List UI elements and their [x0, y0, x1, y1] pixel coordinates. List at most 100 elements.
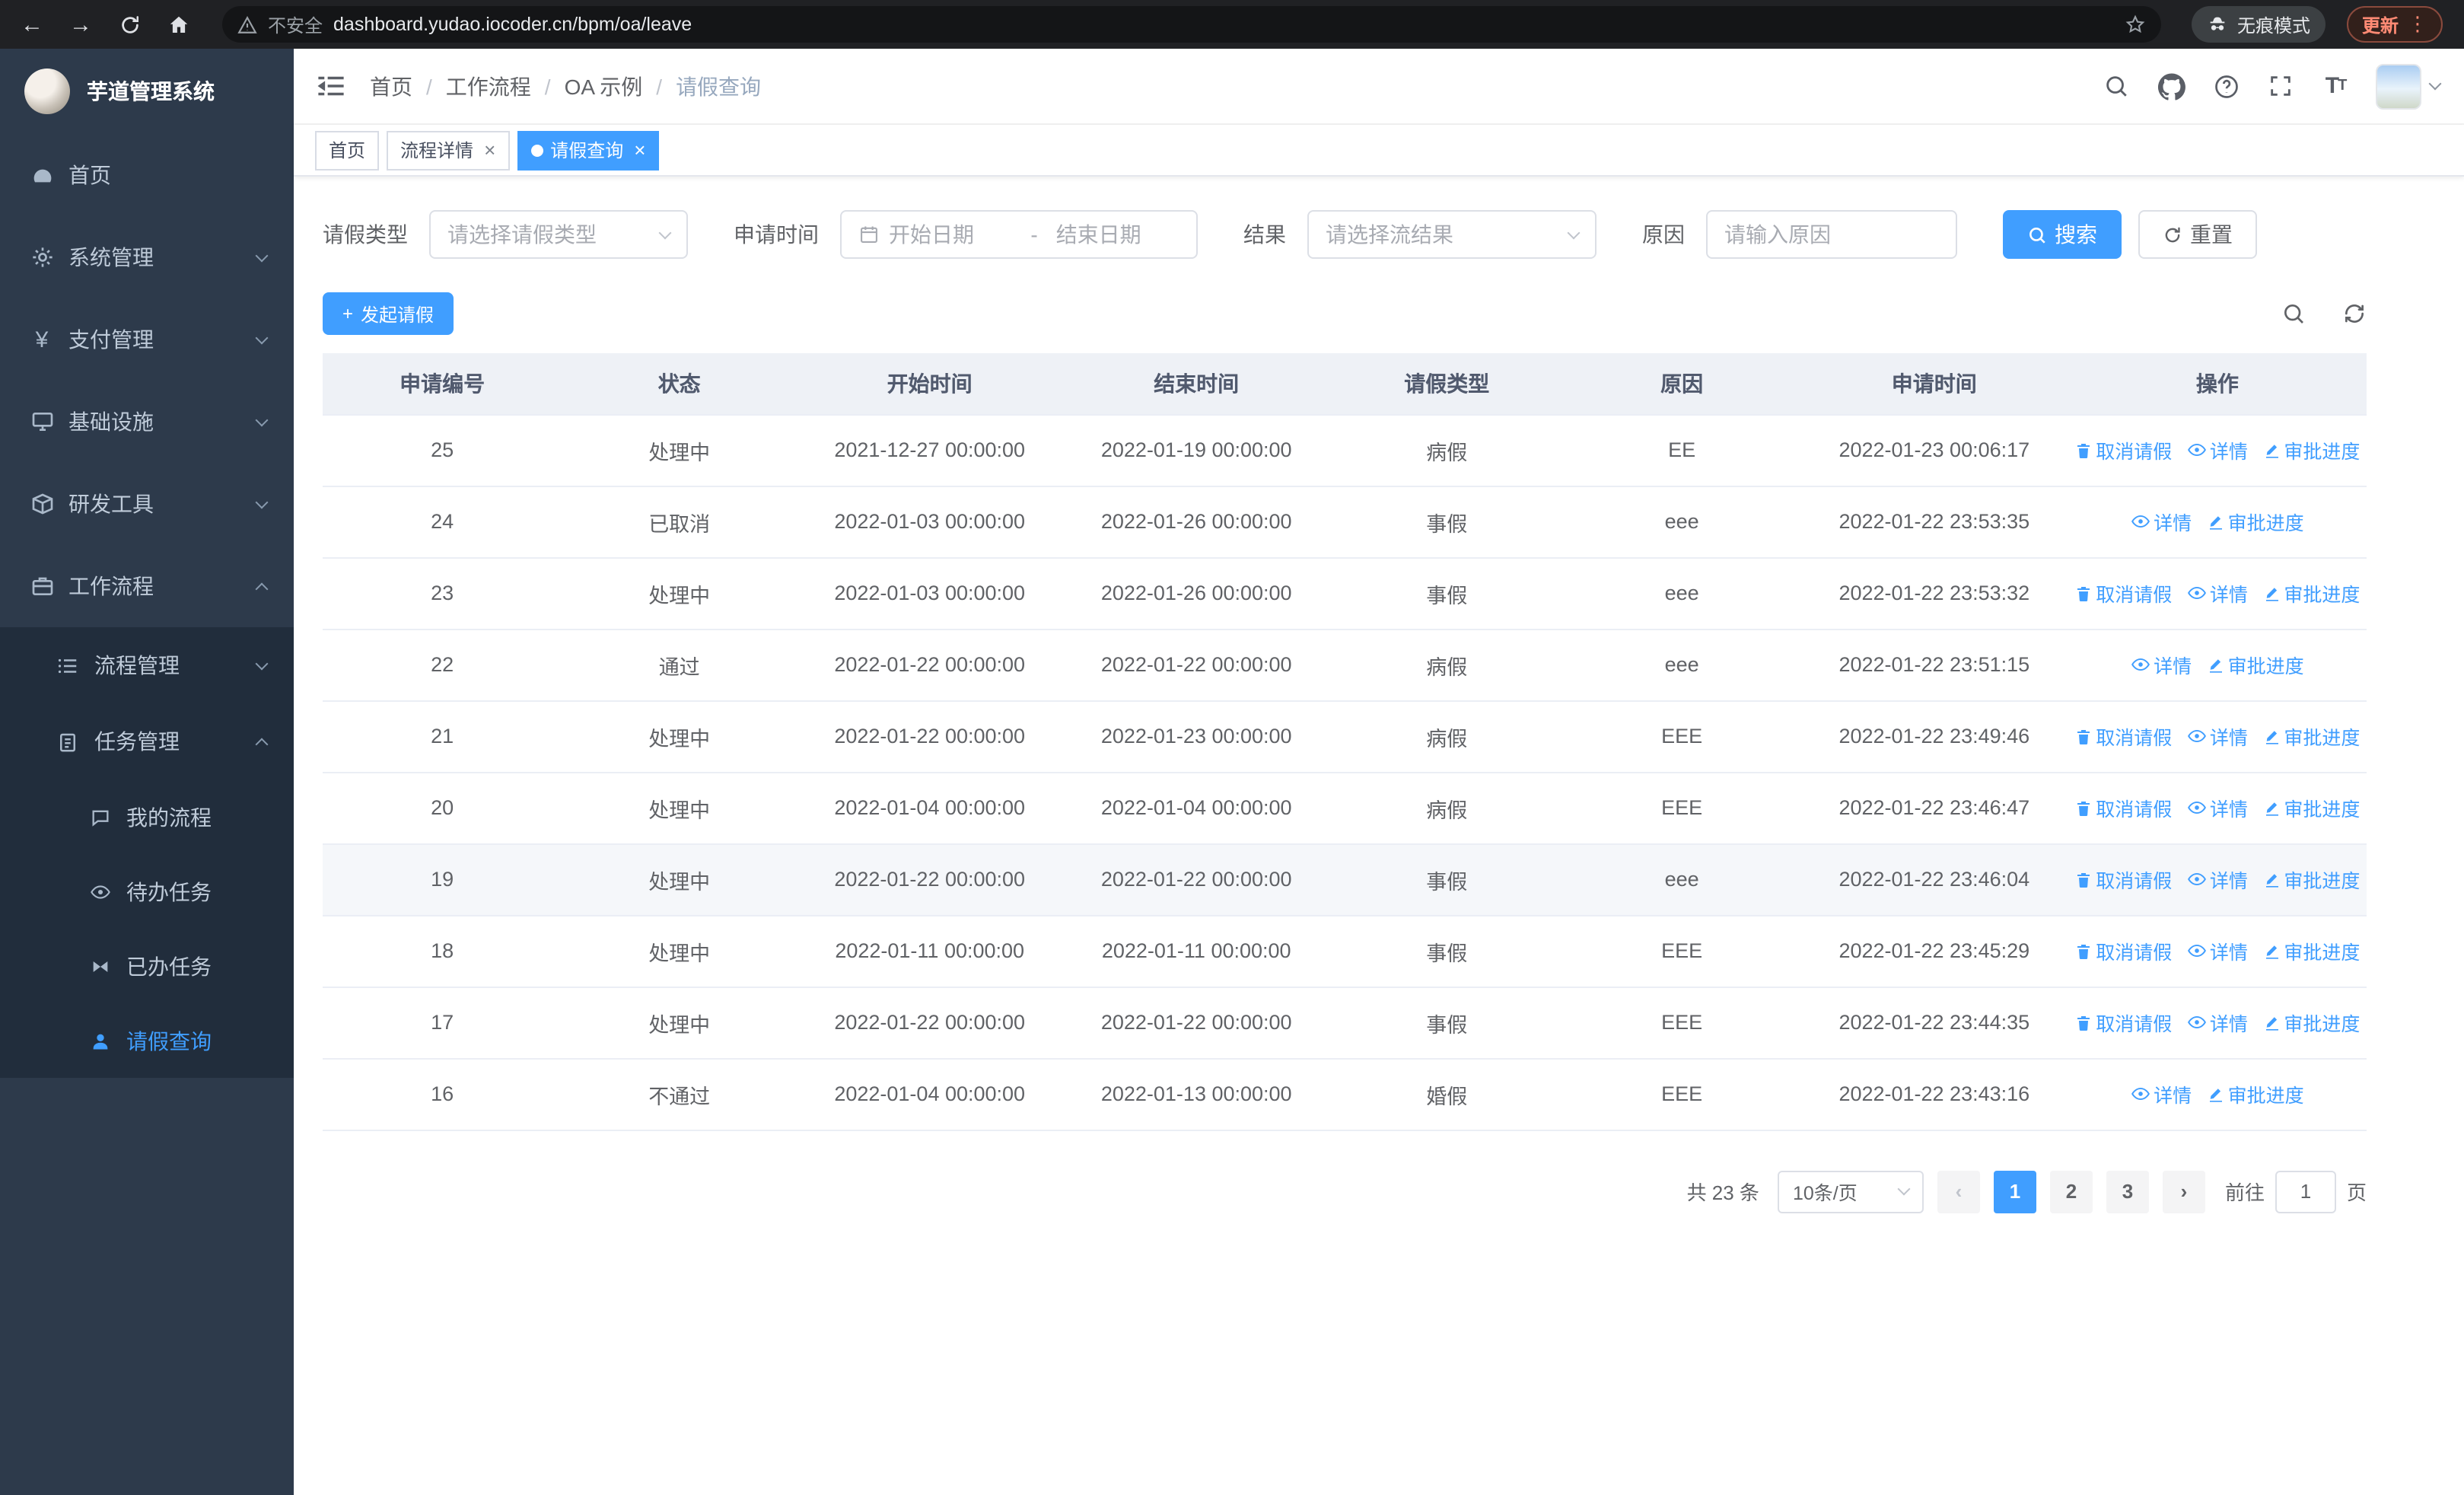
cell-operations: 详情 审批进度 — [2068, 486, 2367, 558]
detail-link[interactable]: 详情 — [2187, 1008, 2248, 1037]
cell-apply-time: 2022-01-23 00:06:17 — [1800, 414, 2068, 486]
detail-link[interactable]: 详情 — [2187, 865, 2248, 894]
table-row[interactable]: 25 处理中 2021-12-27 00:00:00 2022-01-19 00… — [323, 414, 2367, 486]
page-button-1[interactable]: 1 — [1993, 1170, 2036, 1213]
back-icon[interactable]: ← — [18, 11, 46, 38]
approval-progress-link[interactable]: 审批进度 — [2262, 1009, 2360, 1038]
approval-progress-link[interactable]: 审批进度 — [2207, 651, 2304, 680]
breadcrumb-oa-example[interactable]: OA 示例 — [565, 71, 643, 101]
sidebar-item-infrastructure[interactable]: 基础设施 — [0, 381, 294, 463]
detail-link[interactable]: 详情 — [2187, 435, 2248, 464]
refresh-icon[interactable] — [2342, 301, 2367, 326]
cancel-leave-link[interactable]: 取消请假 — [2074, 1009, 2172, 1038]
detail-link[interactable]: 详情 — [2131, 1079, 2192, 1108]
table-row[interactable]: 20 处理中 2022-01-04 00:00:00 2022-01-04 00… — [323, 772, 2367, 844]
search-button[interactable]: 搜索 — [2003, 210, 2122, 259]
browser-update-button[interactable]: 更新 ⋮ — [2346, 6, 2443, 43]
cancel-leave-link[interactable]: 取消请假 — [2074, 579, 2172, 608]
table-row[interactable]: 19 处理中 2022-01-22 00:00:00 2022-01-22 00… — [323, 843, 2367, 916]
reload-icon[interactable] — [116, 11, 143, 38]
approval-progress-link[interactable]: 审批进度 — [2262, 794, 2360, 823]
cancel-leave-link[interactable]: 取消请假 — [2074, 436, 2172, 465]
search-icon[interactable] — [2102, 72, 2131, 100]
fullscreen-icon[interactable] — [2266, 72, 2295, 100]
reset-button[interactable]: 重置 — [2138, 210, 2257, 259]
sidebar-item-process-management[interactable]: 流程管理 — [0, 627, 294, 703]
table-row[interactable]: 16 不通过 2022-01-04 00:00:00 2022-01-13 00… — [323, 1058, 2367, 1130]
approval-progress-link[interactable]: 审批进度 — [2207, 508, 2304, 537]
page-button-3[interactable]: 3 — [2106, 1170, 2149, 1213]
font-size-icon[interactable]: TT — [2321, 72, 2350, 100]
sidebar-item-workflow[interactable]: 工作流程 — [0, 545, 294, 627]
breadcrumb-workflow[interactable]: 工作流程 — [446, 71, 531, 101]
sidebar-item-leave-query[interactable]: 请假查询 — [0, 1003, 294, 1078]
approval-progress-link[interactable]: 审批进度 — [2262, 579, 2360, 608]
detail-link[interactable]: 详情 — [2131, 650, 2192, 679]
detail-link[interactable]: 详情 — [2131, 507, 2192, 536]
user-menu[interactable] — [2376, 63, 2442, 109]
cell-reason: EEE — [1563, 987, 1800, 1059]
leave-type-select[interactable]: 请选择请假类型 — [429, 210, 688, 259]
detail-link[interactable]: 详情 — [2187, 793, 2248, 822]
end-date-placeholder: 结束日期 — [1055, 222, 1141, 247]
plus-icon: + — [342, 303, 354, 324]
cell-end-time: 2022-01-22 00:00:00 — [1062, 843, 1331, 916]
close-icon[interactable]: × — [484, 139, 495, 161]
github-icon[interactable] — [2157, 72, 2185, 100]
table-header-row: 申请编号 状态 开始时间 结束时间 请假类型 原因 申请时间 操作 — [323, 353, 2367, 415]
date-range-picker[interactable]: 开始日期 - 结束日期 — [840, 210, 1198, 259]
close-icon[interactable]: × — [634, 139, 645, 161]
detail-link[interactable]: 详情 — [2187, 579, 2248, 607]
detail-link[interactable]: 详情 — [2187, 722, 2248, 751]
table-row[interactable]: 17 处理中 2022-01-22 00:00:00 2022-01-22 00… — [323, 987, 2367, 1059]
bookmark-star-icon[interactable] — [2125, 14, 2146, 35]
approval-progress-link[interactable]: 审批进度 — [2262, 865, 2360, 894]
goto-page-input[interactable] — [2275, 1170, 2336, 1213]
cancel-leave-link[interactable]: 取消请假 — [2074, 937, 2172, 966]
table-row[interactable]: 23 处理中 2022-01-03 00:00:00 2022-01-26 00… — [323, 557, 2367, 630]
prev-page-button[interactable]: ‹ — [1937, 1170, 1980, 1213]
sidebar-item-task-management[interactable]: 任务管理 — [0, 703, 294, 779]
cancel-leave-link[interactable]: 取消请假 — [2074, 722, 2172, 751]
table-row[interactable]: 21 处理中 2022-01-22 00:00:00 2022-01-23 00… — [323, 700, 2367, 773]
table-row[interactable]: 18 处理中 2022-01-11 00:00:00 2022-01-11 00… — [323, 915, 2367, 987]
home-icon[interactable] — [164, 11, 192, 38]
sidebar-item-system[interactable]: 系统管理 — [0, 216, 294, 298]
approval-progress-link[interactable]: 审批进度 — [2262, 937, 2360, 966]
table-row[interactable]: 24 已取消 2022-01-03 00:00:00 2022-01-26 00… — [323, 486, 2367, 558]
address-bar[interactable]: 不安全 dashboard.yudao.iocoder.cn/bpm/oa/le… — [222, 6, 2161, 43]
create-leave-button[interactable]: + 发起请假 — [323, 292, 454, 335]
approval-progress-link[interactable]: 审批进度 — [2262, 436, 2360, 465]
sidebar-item-my-processes[interactable]: 我的流程 — [0, 779, 294, 854]
sidebar-item-payment[interactable]: ¥ 支付管理 — [0, 298, 294, 381]
cancel-leave-link[interactable]: 取消请假 — [2074, 865, 2172, 894]
next-page-button[interactable]: › — [2162, 1170, 2205, 1213]
breadcrumb-home[interactable]: 首页 — [370, 71, 412, 101]
tab-home[interactable]: 首页 — [315, 130, 380, 170]
cell-status: 处理中 — [562, 557, 797, 630]
sidebar-fold-icon[interactable] — [315, 69, 349, 103]
page-button-2[interactable]: 2 — [2049, 1170, 2093, 1213]
help-icon[interactable] — [2211, 72, 2240, 100]
sidebar-item-devtools[interactable]: 研发工具 — [0, 463, 294, 545]
browser-menu-icon[interactable]: ⋮ — [2408, 12, 2427, 37]
toggle-search-icon[interactable] — [2281, 301, 2306, 326]
approval-progress-link[interactable]: 审批进度 — [2207, 1080, 2304, 1109]
page-size-select[interactable]: 10条/页 — [1777, 1170, 1924, 1213]
tab-process-detail[interactable]: 流程详情 × — [387, 130, 510, 170]
result-select[interactable]: 请选择流结果 — [1307, 210, 1597, 259]
cell-reason: EEE — [1563, 915, 1800, 987]
cell-end-time: 2022-01-26 00:00:00 — [1062, 557, 1331, 630]
cell-start-time: 2022-01-04 00:00:00 — [797, 1058, 1063, 1130]
approval-progress-link[interactable]: 审批进度 — [2262, 722, 2360, 751]
sidebar-item-done-tasks[interactable]: 已办任务 — [0, 929, 294, 1003]
tab-leave-query[interactable]: 请假查询 × — [517, 130, 660, 170]
reason-input[interactable] — [1724, 222, 1939, 247]
app-logo[interactable]: 芋道管理系统 — [0, 49, 294, 134]
detail-link[interactable]: 详情 — [2187, 936, 2248, 965]
sidebar-item-pending-tasks[interactable]: 待办任务 — [0, 854, 294, 929]
cancel-leave-link[interactable]: 取消请假 — [2074, 794, 2172, 823]
forward-icon[interactable]: → — [67, 11, 94, 38]
table-row[interactable]: 22 通过 2022-01-22 00:00:00 2022-01-22 00:… — [323, 629, 2367, 701]
sidebar-item-home[interactable]: 首页 — [0, 134, 294, 216]
